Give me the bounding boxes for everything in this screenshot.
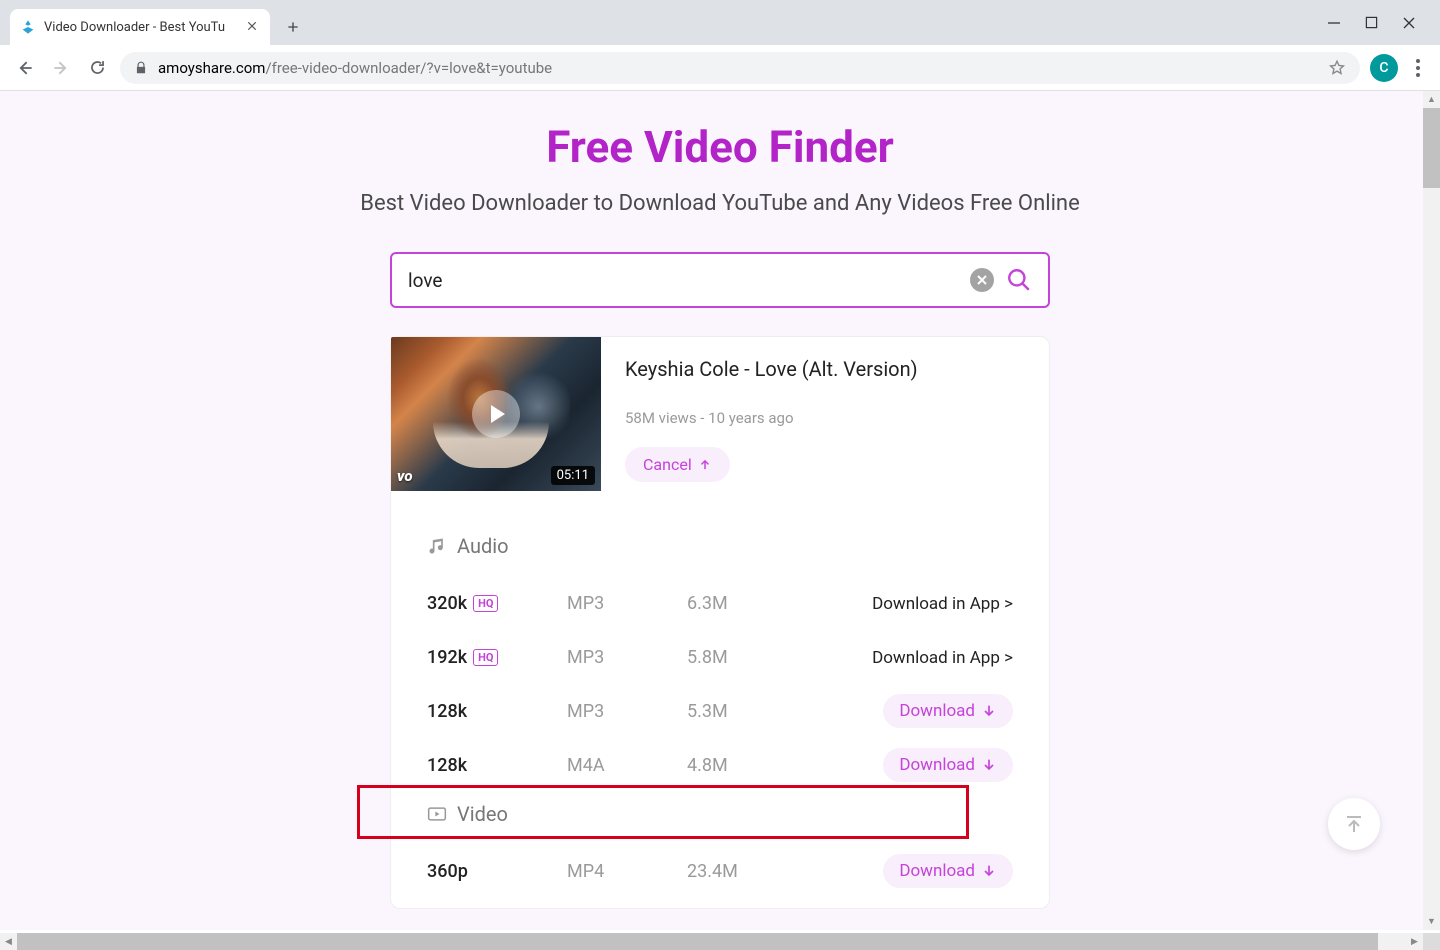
page-subtitle: Best Video Downloader to Download YouTub… — [0, 191, 1440, 216]
scroll-left-icon[interactable]: ◀ — [0, 933, 17, 950]
browser-toolbar: amoyshare.com/free-video-downloader/?v=l… — [0, 45, 1440, 91]
bookmark-star-icon[interactable] — [1328, 59, 1346, 77]
back-button[interactable] — [12, 55, 38, 81]
arrow-down-icon — [981, 703, 997, 719]
hq-badge: HQ — [473, 595, 498, 612]
quality-label: 360p — [427, 861, 567, 882]
video-title: Keyshia Cole - Love (Alt. Version) — [625, 357, 1025, 381]
size-label: 6.3M — [687, 593, 817, 614]
scrollbar-thumb[interactable] — [1423, 108, 1440, 188]
scroll-right-icon[interactable]: ▶ — [1406, 933, 1423, 950]
lock-icon — [134, 61, 148, 75]
window-controls — [1303, 0, 1440, 45]
result-card: vo 05:11 Keyshia Cole - Love (Alt. Versi… — [390, 336, 1050, 909]
format-label: MP3 — [567, 647, 687, 668]
url-text: amoyshare.com/free-video-downloader/?v=l… — [158, 59, 1318, 77]
browser-tab[interactable]: Video Downloader - Best YouTu — [10, 9, 270, 45]
format-label: MP4 — [567, 861, 687, 882]
video-icon — [427, 804, 447, 824]
download-in-app-link[interactable]: Download in App > — [872, 648, 1013, 668]
scroll-corner — [1423, 933, 1440, 950]
play-icon[interactable] — [472, 390, 520, 438]
format-label: MP3 — [567, 701, 687, 722]
cancel-button[interactable]: Cancel — [625, 447, 730, 482]
size-label: 5.3M — [687, 701, 817, 722]
quality-label: 128k — [427, 755, 567, 776]
scroll-up-icon[interactable]: ▲ — [1423, 91, 1440, 108]
hq-badge: HQ — [473, 649, 498, 666]
quality-label: 128k — [427, 701, 567, 722]
arrow-up-icon — [698, 458, 712, 472]
new-tab-button[interactable] — [278, 12, 308, 42]
quality-label: 320kHQ — [427, 593, 567, 614]
tab-title: Video Downloader - Best YouTu — [44, 20, 238, 35]
horizontal-scrollbar[interactable]: ◀ ▶ — [0, 933, 1423, 950]
download-button[interactable]: Download — [883, 694, 1013, 728]
audio-format-row: 128kM4A4.8M Download — [427, 738, 1013, 792]
search-input[interactable] — [408, 269, 958, 292]
page-title: Free Video Finder — [0, 121, 1440, 173]
profile-avatar[interactable]: C — [1370, 54, 1398, 82]
download-button[interactable]: Download — [883, 854, 1013, 888]
browser-menu-icon[interactable] — [1408, 59, 1428, 77]
thumbnail-logo: vo — [397, 467, 413, 485]
video-section-header: Video — [427, 802, 1013, 826]
scroll-down-icon[interactable]: ▼ — [1423, 913, 1440, 930]
format-label: MP3 — [567, 593, 687, 614]
browser-tab-bar: Video Downloader - Best YouTu — [0, 0, 1440, 45]
audio-format-row: 320kHQMP36.3M Download in App > — [427, 576, 1013, 630]
download-button[interactable]: Download — [883, 748, 1013, 782]
arrow-down-icon — [981, 863, 997, 879]
forward-button[interactable] — [48, 55, 74, 81]
minimize-icon[interactable] — [1327, 16, 1341, 30]
address-bar[interactable]: amoyshare.com/free-video-downloader/?v=l… — [120, 52, 1360, 84]
music-note-icon — [427, 536, 447, 556]
maximize-icon[interactable] — [1365, 16, 1378, 29]
video-meta: 58M views - 10 years ago — [625, 409, 1025, 427]
clear-search-icon[interactable] — [970, 268, 994, 292]
arrow-down-icon — [981, 757, 997, 773]
scrollbar-thumb[interactable] — [17, 933, 1378, 950]
format-label: M4A — [567, 755, 687, 776]
audio-format-row: 128kMP35.3M Download — [427, 684, 1013, 738]
video-format-row: 360pMP423.4M Download — [427, 844, 1013, 898]
vertical-scrollbar[interactable]: ▲ ▼ — [1423, 91, 1440, 930]
video-thumbnail[interactable]: vo 05:11 — [391, 337, 601, 491]
audio-section-header: Audio — [427, 534, 1013, 558]
size-label: 5.8M — [687, 647, 817, 668]
back-to-top-button[interactable] — [1328, 798, 1380, 850]
search-icon[interactable] — [1006, 267, 1032, 293]
close-window-icon[interactable] — [1402, 16, 1416, 30]
audio-format-row: 192kHQMP35.8M Download in App > — [427, 630, 1013, 684]
site-favicon — [20, 19, 36, 35]
video-duration: 05:11 — [551, 466, 595, 485]
size-label: 23.4M — [687, 861, 817, 882]
search-box — [390, 252, 1050, 308]
close-tab-icon[interactable] — [246, 20, 260, 34]
size-label: 4.8M — [687, 755, 817, 776]
quality-label: 192kHQ — [427, 647, 567, 668]
reload-button[interactable] — [84, 55, 110, 81]
download-in-app-link[interactable]: Download in App > — [872, 594, 1013, 614]
page-viewport: Free Video Finder Best Video Downloader … — [0, 91, 1440, 930]
